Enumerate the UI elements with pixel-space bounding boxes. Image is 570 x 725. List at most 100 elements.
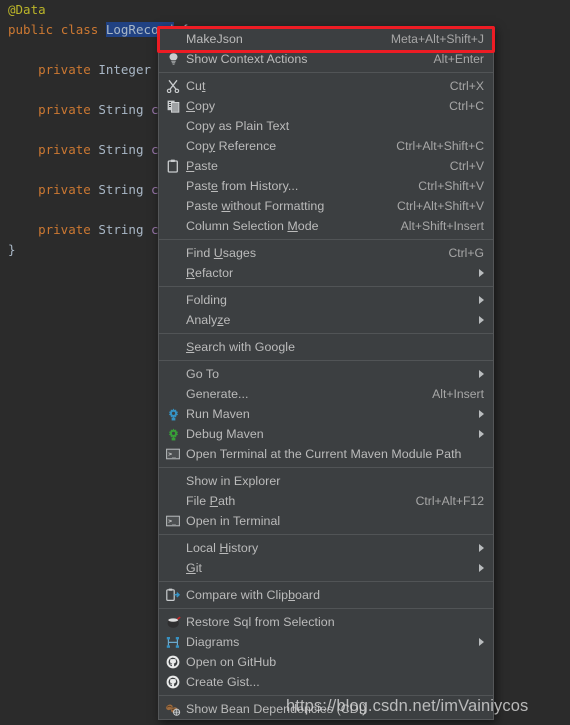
no-icon [164,339,182,355]
menu-item-label: Paste [186,159,218,173]
code-token: String [98,222,152,237]
no-icon [164,245,182,261]
menu-item-open-terminal-at-the-current-maven-module-path[interactable]: >_ Open Terminal at the Current Maven Mod… [159,444,493,464]
code-token: private [38,102,99,117]
menu-item-shortcut: Alt+Shift+Insert [400,219,484,233]
menu-item-shortcut: Alt+Enter [433,52,484,66]
menu-item-paste-from-history[interactable]: Paste from History... Ctrl+Shift+V [159,176,493,196]
copy-icon [164,98,182,114]
menu-item-copy-reference[interactable]: Copy Reference Ctrl+Alt+Shift+C [159,136,493,156]
menu-item-find-usages[interactable]: Find Usages Ctrl+G [159,243,493,263]
no-icon [164,218,182,234]
menu-item-label: Copy as Plain Text [186,119,290,133]
beans-icon [164,701,182,717]
menu-item-shortcut: Meta+Alt+Shift+J [390,31,484,46]
no-icon [164,493,182,509]
lightbulb-icon [164,51,182,67]
menu-item-copy-as-plain-text[interactable]: Copy as Plain Text [159,116,493,136]
diagram-icon [164,634,182,650]
menu-item-restore-sql-from-selection[interactable]: Restore Sql from Selection [159,612,493,632]
menu-item-label: Run Maven [186,407,250,421]
menu-item-run-maven[interactable]: Run Maven [159,404,493,424]
menu-item-label: Column Selection Mode [186,219,319,233]
code-token: } [8,242,16,257]
menu-item-label: Search with Google [186,340,296,354]
menu-item-paste[interactable]: Paste Ctrl+V [159,156,493,176]
menu-item-label: Local History [186,541,259,555]
no-icon [164,138,182,154]
terminal-icon: >_ [164,513,182,529]
menu-item-cut[interactable]: Cut Ctrl+X [159,76,493,96]
menu-item-git[interactable]: Git [159,558,493,578]
menu-item-label: Find Usages [186,246,257,260]
menu-item-label: Cut [186,79,206,93]
menu-item-open-in-terminal[interactable]: >_ Open in Terminal [159,511,493,531]
menu-item-shortcut: Ctrl+Alt+Shift+C [396,139,484,153]
menu-item-label: Compare with Clipboard [186,588,321,602]
menu-item-show-in-explorer[interactable]: Show in Explorer [159,471,493,491]
menu-item-label: Debug Maven [186,427,264,441]
code-token: String [98,182,152,197]
menu-item-shortcut: Alt+Insert [432,387,484,401]
submenu-arrow-icon [476,316,484,324]
menu-item-search-with-google[interactable]: Search with Google [159,337,493,357]
menu-separator [159,72,493,73]
menu-item-shortcut: Ctrl+X [449,79,484,93]
code-line: @Data [0,0,570,20]
menu-item-generate[interactable]: Generate... Alt+Insert [159,384,493,404]
sql-restore-icon [164,614,182,630]
menu-item-column-selection-mode[interactable]: Column Selection Mode Alt+Shift+Insert [159,216,493,236]
no-icon [164,366,182,382]
code-token: private [38,62,99,77]
menu-item-local-history[interactable]: Local History [159,538,493,558]
menu-item-refactor[interactable]: Refactor [159,263,493,283]
code-token: @Data [8,2,46,17]
submenu-arrow-icon [476,410,484,418]
code-token: private [38,222,99,237]
submenu-arrow-icon [476,544,484,552]
menu-item-diagrams[interactable]: Diagrams [159,632,493,652]
menu-item-makejson[interactable]: MakeJson Meta+Alt+Shift+J [159,28,493,49]
no-icon [164,292,182,308]
menu-item-shortcut: Ctrl+Alt+F12 [415,494,484,508]
menu-item-label: Open Terminal at the Current Maven Modul… [186,447,462,461]
menu-item-shortcut: Ctrl+V [449,159,484,173]
menu-separator [159,467,493,468]
gear-green-icon [164,426,182,442]
menu-separator [159,333,493,334]
menu-item-label: File Path [186,494,236,508]
editor-context-menu[interactable]: MakeJson Meta+Alt+Shift+J Show Context Act… [158,26,494,720]
menu-item-show-context-actions[interactable]: Show Context Actions Alt+Enter [159,49,493,69]
menu-item-label: Git [186,561,202,575]
menu-separator [159,581,493,582]
code-token: private [38,182,99,197]
menu-item-label: Show Context Actions [186,52,308,66]
menu-item-label: Refactor [186,266,234,280]
menu-item-open-on-github[interactable]: Open on GitHub [159,652,493,672]
menu-item-shortcut: Ctrl+Shift+V [418,179,484,193]
no-icon [164,386,182,402]
no-icon [164,312,182,328]
menu-item-label: Show in Explorer [186,474,281,488]
menu-item-label: Generate... [186,387,249,401]
scissors-icon [164,78,182,94]
menu-item-go-to[interactable]: Go To [159,364,493,384]
submenu-arrow-icon [476,564,484,572]
menu-item-compare-with-clipboard[interactable]: Compare with Clipboard [159,585,493,605]
no-icon [164,118,182,134]
menu-item-label: Paste from History... [186,179,299,193]
watermark-text: https://blog.csdn.net/imVainiycos [286,697,529,715]
no-icon [164,178,182,194]
menu-separator [159,608,493,609]
menu-item-analyze[interactable]: Analyze [159,310,493,330]
menu-item-folding[interactable]: Folding [159,290,493,310]
menu-item-shortcut: Ctrl+G [448,246,484,260]
menu-item-create-gist[interactable]: Create Gist... [159,672,493,692]
menu-item-debug-maven[interactable]: Debug Maven [159,424,493,444]
menu-item-copy[interactable]: Copy Ctrl+C [159,96,493,116]
menu-item-file-path[interactable]: File Path Ctrl+Alt+F12 [159,491,493,511]
menu-separator [159,534,493,535]
no-icon [164,31,182,47]
menu-item-paste-without-formatting[interactable]: Paste without Formatting Ctrl+Alt+Shift+V [159,196,493,216]
code-token: Integer [98,62,159,77]
